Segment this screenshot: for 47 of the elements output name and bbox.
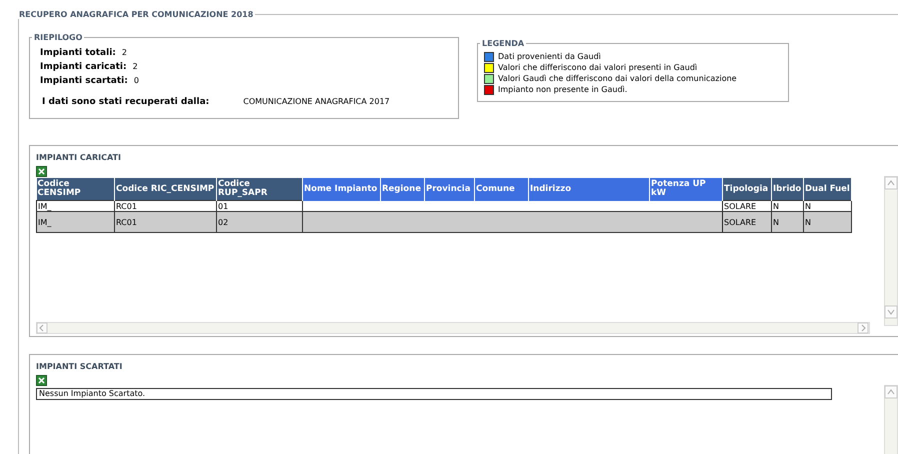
vertical-scrollbar[interactable] — [884, 385, 898, 454]
table-cell: N — [772, 200, 804, 212]
page-title: RECUPERO ANAGRAFICA PER COMUNICAZIONE 2018 — [18, 10, 254, 19]
table-cell: N — [804, 212, 852, 232]
section-title: IMPIANTI SCARTATI — [36, 361, 124, 373]
column-header: Codice CENSIMP — [36, 178, 114, 200]
column-header: Tipologia — [722, 178, 772, 200]
table-cell: N — [804, 200, 852, 212]
table-cell: RC01 — [114, 212, 216, 232]
summary-title: RIEPILOGO — [33, 33, 84, 42]
column-header: Regione — [380, 178, 424, 200]
stat-value: 0 — [134, 75, 139, 87]
legend-title: LEGENDA — [481, 39, 526, 48]
table-cell: IM_ — [36, 200, 114, 212]
legend-label: Valori Gaudì che differiscono dai valori della comunicazione — [498, 73, 737, 84]
stat-label: Impianti totali: — [40, 47, 116, 60]
legend-label: Impianto non presente in Gaudì. — [498, 84, 628, 95]
column-header: Indirizzo — [528, 178, 650, 200]
table-cell: IM_ — [36, 212, 114, 232]
spreadsheet-icon[interactable] — [36, 375, 47, 386]
table-cell: N — [772, 212, 804, 232]
column-header: Dual Fuel — [804, 178, 852, 200]
stat-label: Impianti caricati: — [40, 61, 127, 74]
section-title: IMPIANTI CARICATI — [36, 152, 122, 164]
horizontal-scrollbar[interactable] — [36, 322, 870, 334]
table-cell: RC01 — [114, 200, 216, 212]
source-label: I dati sono stati recuperati dalla: — [42, 97, 210, 107]
table-cell: 01 — [216, 200, 302, 212]
column-header: Potenza UP kW — [650, 178, 722, 200]
legend-label: Valori che differiscono dai valori presenti in Gaudì — [498, 62, 698, 73]
table-cell: SOLARE — [722, 212, 772, 232]
source-value: COMUNICAZIONE ANAGRAFICA 2017 — [243, 97, 390, 106]
column-header: Comune — [474, 178, 528, 200]
column-header: Codice RUP_SAPR — [216, 178, 302, 200]
stat-value: 2 — [132, 61, 138, 73]
vertical-scrollbar[interactable] — [884, 176, 898, 326]
stat-value: 2 — [122, 47, 127, 59]
table-cell: SOLARE — [722, 200, 772, 212]
column-header: Codice RIC_CENSIMP — [114, 178, 216, 200]
legend-label: Dati provenienti da Gaudì — [498, 51, 601, 62]
spreadsheet-icon[interactable] — [36, 166, 47, 177]
stat-label: Impianti scartati: — [40, 75, 128, 88]
column-header: Provincia — [424, 178, 474, 200]
column-header: Nome Impianto — [302, 178, 380, 200]
message-row: Nessun Impianto Scartato. — [36, 388, 832, 400]
column-header: Ibrido — [772, 178, 804, 200]
table-cell: 02 — [216, 212, 302, 232]
